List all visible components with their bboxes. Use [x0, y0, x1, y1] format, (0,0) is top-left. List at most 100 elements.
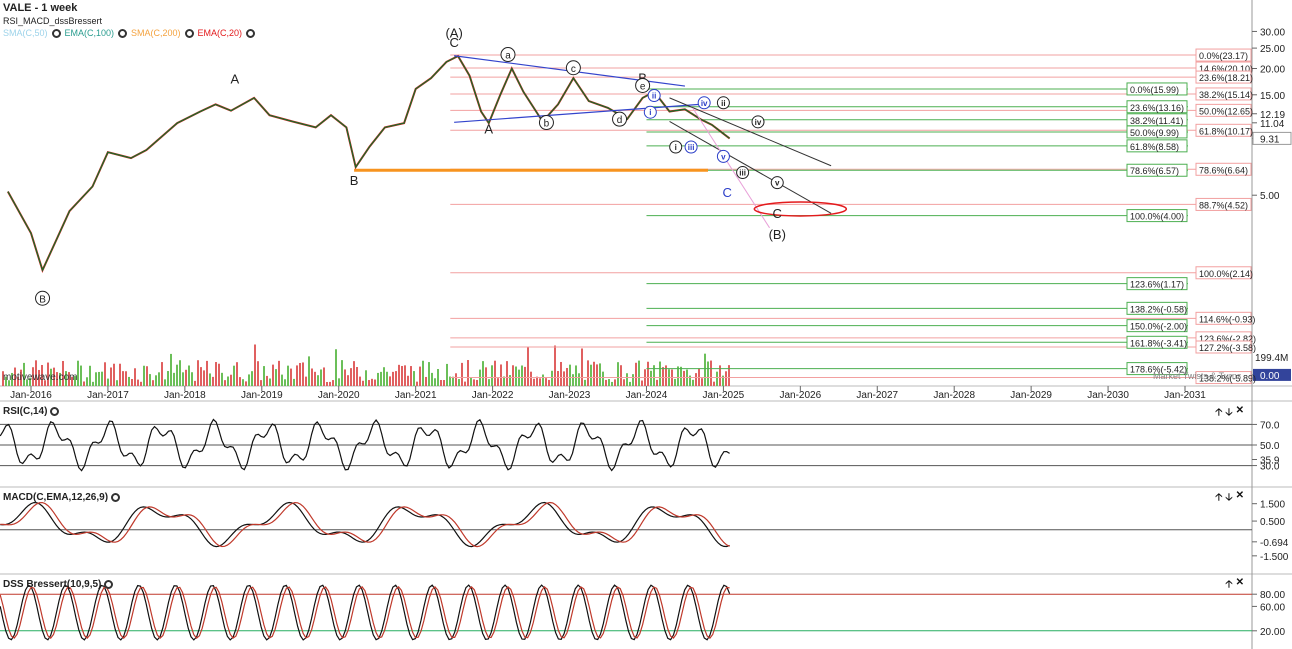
arrow-up-icon[interactable]: 🡡 — [1225, 577, 1232, 594]
x-axis-label: Jan-2024 — [626, 390, 668, 401]
volume-bar — [584, 379, 586, 386]
volume-bar — [83, 381, 85, 386]
volume-bar — [509, 375, 511, 386]
x-axis-label: Jan-2030 — [1087, 390, 1129, 401]
fib-red-label: 114.6%(-0.93) — [1199, 314, 1255, 324]
moving-average-line — [7, 55, 731, 273]
volume-bar — [557, 370, 559, 386]
close-icon[interactable]: ✕ — [1236, 405, 1244, 422]
minor-wave-label: i — [649, 108, 651, 117]
volume-bar — [356, 367, 358, 386]
gear-icon[interactable] — [111, 493, 121, 502]
chart-canvas[interactable]: Jan-2016 Jan-2017 Jan-2018 Jan-2019 Jan-2020… — [0, 0, 1292, 649]
volume-bar — [242, 379, 244, 386]
volume-bar — [317, 375, 319, 386]
volume-bar — [656, 379, 658, 386]
volume-bar — [563, 371, 565, 386]
gear-icon[interactable] — [50, 407, 60, 416]
volume-bar — [194, 380, 196, 386]
minor-wave-label: iv — [755, 118, 762, 127]
volume-bar — [431, 372, 433, 386]
volume-bar — [659, 361, 661, 386]
volume-bar — [467, 360, 469, 386]
volume-bar — [707, 361, 709, 386]
volume-bar — [704, 353, 706, 386]
wave-label: C — [723, 185, 732, 200]
volume-bar — [581, 348, 583, 386]
y-axis-label: 30.00 — [1260, 27, 1285, 38]
volume-bar — [269, 378, 271, 386]
arrow-down-icon[interactable]: 🡣 — [1225, 405, 1232, 422]
volume-bar — [716, 371, 718, 386]
volume-bar — [302, 362, 304, 386]
gear-icon[interactable] — [184, 28, 194, 38]
x-axis-label: Jan-2023 — [549, 390, 591, 401]
volume-bar — [128, 376, 130, 386]
volume-bar — [230, 374, 232, 386]
fib-green-label: 138.2%(-0.58) — [1130, 304, 1187, 314]
volume-bar — [107, 378, 109, 386]
x-axis-label: Jan-2029 — [1010, 390, 1052, 401]
volume-bar — [146, 366, 148, 386]
volume-bar — [401, 365, 403, 386]
volume-bar — [404, 365, 406, 386]
volume-bar — [293, 378, 295, 386]
volume-bar — [410, 366, 412, 386]
legend-sma50[interactable]: SMA(C,50) — [3, 28, 48, 38]
volume-bar — [131, 378, 133, 386]
fib-red-label: 100.0%(2.14) — [1199, 269, 1253, 279]
gear-icon[interactable] — [118, 28, 128, 38]
panel-signal-line — [0, 501, 730, 548]
legend-ema100[interactable]: EMA(C,100) — [65, 28, 115, 38]
x-axis-label: Jan-2019 — [241, 390, 283, 401]
volume-bar — [641, 380, 643, 386]
volume-bar — [434, 378, 436, 386]
moving-average-line — [7, 54, 731, 273]
volume-bar — [614, 379, 616, 386]
dss-panel-title: DSS Bressert(10,9,5) — [3, 579, 114, 590]
volume-bar — [464, 381, 466, 386]
volume-bar — [236, 362, 238, 386]
volume-bar — [713, 381, 715, 386]
volume-bar — [332, 380, 334, 386]
volume-bar — [536, 376, 538, 386]
panel-axis-label: 70.0 — [1260, 420, 1280, 431]
arrow-up-icon[interactable]: 🡡 — [1215, 490, 1222, 507]
panel-axis-label: 0.500 — [1260, 517, 1285, 528]
volume-bar — [374, 379, 376, 386]
volume-bar — [437, 369, 439, 386]
panel-axis-label: 50.0 — [1260, 441, 1280, 452]
volume-bar — [632, 374, 634, 386]
volume-bar — [224, 380, 226, 386]
gear-icon[interactable] — [51, 28, 61, 38]
minor-wave-label: v — [721, 152, 726, 161]
legend-sma200[interactable]: SMA(C,200) — [131, 28, 181, 38]
chart-title: VALE - 1 week — [3, 2, 78, 14]
fib-green-label: 61.8%(8.58) — [1130, 142, 1179, 152]
volume-bar — [677, 366, 679, 386]
x-axis-label: Jan-2031 — [1164, 390, 1206, 401]
gear-icon[interactable] — [104, 580, 114, 589]
volume-bar — [212, 376, 214, 386]
volume-bar — [299, 362, 301, 386]
volume-bar — [539, 378, 541, 386]
volume-bar — [605, 379, 607, 386]
gear-icon[interactable] — [246, 28, 256, 38]
volume-bar — [359, 376, 361, 386]
arrow-down-icon[interactable]: 🡣 — [1225, 490, 1232, 507]
volume-bar — [416, 381, 418, 386]
volume-bar — [200, 367, 202, 386]
panel-axis-label: 60.00 — [1260, 602, 1285, 613]
fib-red-label: 88.7%(4.52) — [1199, 200, 1248, 210]
close-icon[interactable]: ✕ — [1236, 577, 1244, 594]
close-icon[interactable]: ✕ — [1236, 490, 1244, 507]
rsi-panel-label: RSI(C,14) — [3, 406, 48, 417]
volume-bar — [566, 367, 568, 386]
arrow-up-icon[interactable]: 🡡 — [1215, 405, 1222, 422]
volume-bar — [314, 371, 316, 386]
volume-bar — [476, 379, 478, 386]
volume-bar — [173, 372, 175, 386]
wave-label: c — [571, 64, 576, 75]
legend-ema20[interactable]: EMA(C,20) — [198, 28, 243, 38]
volume-bar — [350, 368, 352, 386]
